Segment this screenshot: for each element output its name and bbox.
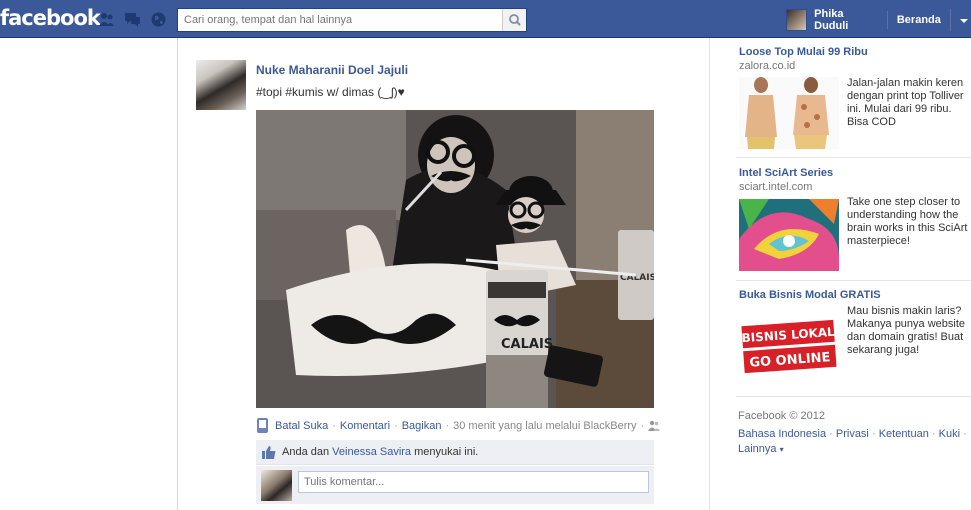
user-name-link[interactable]: Phika Duduli <box>814 8 878 32</box>
notifications-globe-icon[interactable] <box>150 11 167 28</box>
content-right-border <box>709 38 710 510</box>
home-link[interactable]: Beranda <box>897 14 941 26</box>
ad-bisnis-lokal[interactable]: Buka Bisnis Modal GRATIS BISNIS LOKAL GO… <box>739 289 971 383</box>
cup-label: CALAIS <box>501 337 553 352</box>
footer-link-cookies[interactable]: Kuki <box>939 428 960 440</box>
nav-divider <box>886 10 888 29</box>
facebook-logo[interactable]: facebook <box>0 6 101 30</box>
friend-requests-icon[interactable] <box>98 11 115 28</box>
top-bar: facebook Phika Duduli Beranda <box>0 0 971 38</box>
account-menu-chevron-down-icon[interactable] <box>949 8 971 31</box>
commenter-avatar <box>261 470 292 501</box>
liker-name-link[interactable]: Veinessa Savira <box>332 446 411 458</box>
footer-link-more[interactable]: Lainnya <box>738 443 777 455</box>
footer-link-language[interactable]: Bahasa Indonesia <box>738 428 826 440</box>
search-box <box>177 8 527 32</box>
search-button[interactable] <box>502 9 526 31</box>
separator-dot: · <box>640 419 645 432</box>
user-nav: Phika Duduli Beranda <box>786 8 971 32</box>
likes-suffix: menyukai ini. <box>414 446 479 458</box>
photo-illustration: CALAIS CALAIS <box>256 110 654 408</box>
ad-divider <box>736 396 971 397</box>
comment-link[interactable]: Komentari <box>340 420 390 432</box>
ad-description: Take one step closer to understanding ho… <box>847 196 968 247</box>
ad-intel-sciart[interactable]: Intel SciArt Series sciart.intel.com Tak… <box>739 167 971 271</box>
search-input[interactable] <box>178 9 501 31</box>
ad-zalora[interactable]: Loose Top Mulai 99 Ribu zalora.co.id Jal… <box>739 46 971 149</box>
separator-dot: · <box>394 419 398 432</box>
post-timestamp[interactable]: 30 menit yang lalu melalui BlackBerry <box>453 420 636 432</box>
page-footer: Facebook © 2012 Bahasa Indonesia · Priva… <box>738 409 971 457</box>
footer-link-terms[interactable]: Ketentuan <box>879 428 929 440</box>
ad-description: Mau bisnis makin laris? Makanya punya we… <box>847 305 966 356</box>
comment-input[interactable] <box>298 471 649 493</box>
footer-links: Bahasa Indonesia · Privasi · Ketentuan ·… <box>738 428 967 455</box>
comment-composer <box>256 466 654 504</box>
content-left-border <box>177 38 178 510</box>
copyright: Facebook © 2012 <box>738 410 825 422</box>
chevron-down-icon[interactable]: ▾ <box>780 445 784 454</box>
post-message: #topi #kumis w/ dimas (‿ʃ)♥ <box>256 85 405 99</box>
share-link[interactable]: Bagikan <box>402 420 442 432</box>
ad-image[interactable]: BISNIS LOKAL GO ONLINE <box>739 311 839 383</box>
unlike-link[interactable]: Batal Suka <box>275 420 328 432</box>
user-avatar[interactable] <box>786 8 808 31</box>
separator-dot: · <box>332 419 336 432</box>
ad-title[interactable]: Intel SciArt Series <box>739 167 971 179</box>
post-author-name[interactable]: Nuke Maharanii Doel Jajuli <box>256 63 408 77</box>
ad-domain: zalora.co.id <box>739 60 796 72</box>
separator-dot: · <box>445 419 450 432</box>
like-thumb-icon <box>262 445 276 459</box>
post-photo[interactable]: CALAIS CALAIS <box>256 110 654 408</box>
ad-title[interactable]: Buka Bisnis Modal GRATIS <box>739 289 971 301</box>
mobile-phone-icon <box>257 418 268 433</box>
likes-summary: Anda dan Veinessa Savira menyukai ini. <box>256 440 654 465</box>
ad-domain: sciart.intel.com <box>739 181 813 193</box>
footer-link-privacy[interactable]: Privasi <box>836 428 869 440</box>
ad-divider <box>736 157 971 158</box>
ad-image[interactable] <box>739 199 839 271</box>
post-actions: Batal Suka · Komentari · Bagikan · 30 me… <box>256 418 661 433</box>
messages-icon[interactable] <box>124 11 141 28</box>
search-icon <box>509 14 521 26</box>
notification-jewels <box>98 11 167 28</box>
post-author-avatar[interactable] <box>196 60 246 110</box>
ad-divider <box>736 280 971 281</box>
friends-audience-icon[interactable] <box>648 420 661 431</box>
ad-title[interactable]: Loose Top Mulai 99 Ribu <box>739 46 971 58</box>
ad-image[interactable] <box>739 77 839 149</box>
likes-you-and: Anda dan <box>282 446 330 458</box>
ad-description: Jalan-jalan makin keren dengan print top… <box>847 77 964 128</box>
